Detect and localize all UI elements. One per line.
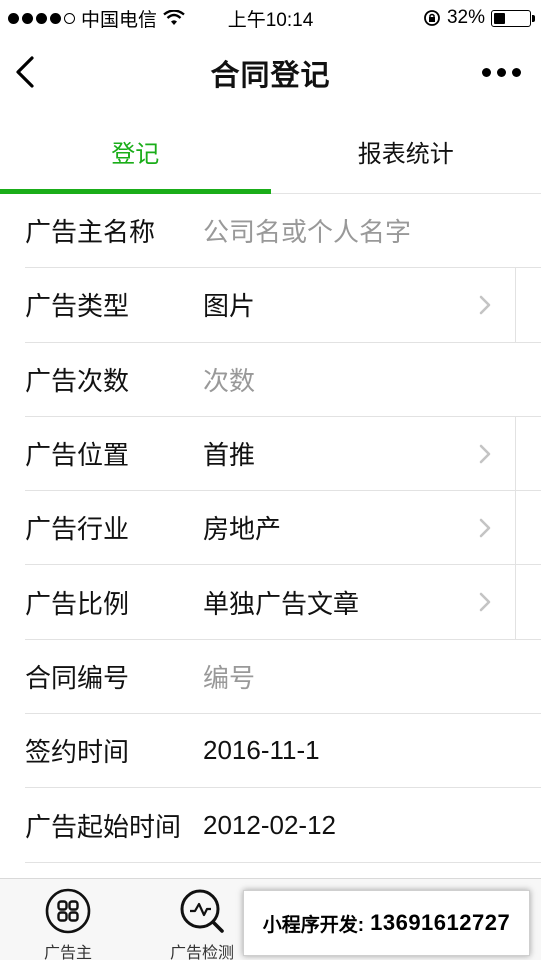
tab-report-statistics[interactable]: 报表统计 [271,110,541,193]
ad-type-select[interactable]: 图片 [203,286,255,323]
wifi-icon [163,10,185,25]
more-button[interactable] [482,60,521,84]
ad-type-label: 广告类型 [25,291,130,322]
advertiser-name-label: 广告主名称 [25,217,156,248]
chevron-right-icon [479,295,491,315]
carrier-label: 中国电信 [81,9,158,31]
status-right: 32% [423,7,535,29]
status-left: 中国电信 [8,5,185,32]
tabbar-label-advertiser: 广告主 [43,945,92,960]
contract-form: 广告主名称 公司名或个人名字 广告类型 图片 广告次数 次数 广告位置 首推 广… [0,194,541,863]
chevron-right-icon [479,592,491,612]
contract-number-input[interactable]: 编号 [203,658,255,695]
form-row-ad-start-date[interactable]: 广告起始时间 2012-02-12 [25,788,541,863]
ad-industry-select[interactable]: 房地产 [203,509,281,546]
back-button[interactable] [14,52,44,92]
promo-banner[interactable]: 小程序开发: 13691612727 [243,890,530,956]
page-title: 合同登记 [210,60,331,92]
ad-ratio-label: 广告比例 [25,588,130,619]
ad-ratio-select[interactable]: 单独广告文章 [203,584,359,621]
ad-position-label: 广告位置 [25,440,130,471]
signing-date-picker[interactable]: 2016-11-1 [203,735,320,766]
form-row-signing-date[interactable]: 签约时间 2016-11-1 [25,714,541,789]
ad-start-date-label: 广告起始时间 [25,811,182,842]
status-bar: 中国电信 上午10:14 32% [0,0,541,36]
battery-percent: 32% [446,7,485,28]
chevron-right-icon [479,444,491,463]
signal-dots-icon [8,12,75,24]
search-wave-icon [180,889,224,933]
form-row-ad-ratio[interactable]: 广告比例 单独广告文章 [25,565,541,640]
battery-icon [491,9,535,27]
chevron-left-icon [16,56,34,88]
more-dots-icon [482,67,491,77]
chevron-right-icon [479,518,491,538]
ad-industry-label: 广告行业 [25,514,130,545]
grid-circle-icon [45,888,91,934]
form-row-contract-number[interactable]: 合同编号 编号 [25,640,541,715]
segment-tabs: 登记 报表统计 [0,110,541,194]
tabbar-label-ad-detection: 广告检测 [169,945,234,960]
form-row-ad-type[interactable]: 广告类型 图片 [25,268,541,343]
rotation-lock-icon [424,10,440,26]
promo-label: 小程序开发: [262,914,365,936]
form-row-ad-industry[interactable]: 广告行业 房地产 [25,491,541,566]
tab-register[interactable]: 登记 [0,110,271,194]
ad-count-input[interactable]: 次数 [203,361,255,398]
tabbar-item-ad-detection[interactable]: 广告检测 [152,887,252,960]
ad-count-label: 广告次数 [25,365,130,396]
signing-date-label: 签约时间 [25,737,130,768]
navigation-bar: 合同登记 [0,36,541,110]
form-row-ad-count[interactable]: 广告次数 次数 [25,343,541,417]
promo-phone: 13691612727 [370,910,511,935]
advertiser-name-input[interactable]: 公司名或个人名字 [203,212,411,249]
tabbar-item-advertiser[interactable]: 广告主 [18,887,118,960]
form-row-ad-position[interactable]: 广告位置 首推 [25,416,541,492]
ad-start-date-picker[interactable]: 2012-02-12 [203,810,336,841]
contract-number-label: 合同编号 [25,662,130,693]
form-row-advertiser-name[interactable]: 广告主名称 公司名或个人名字 [25,194,541,269]
ad-position-select[interactable]: 首推 [203,435,255,472]
